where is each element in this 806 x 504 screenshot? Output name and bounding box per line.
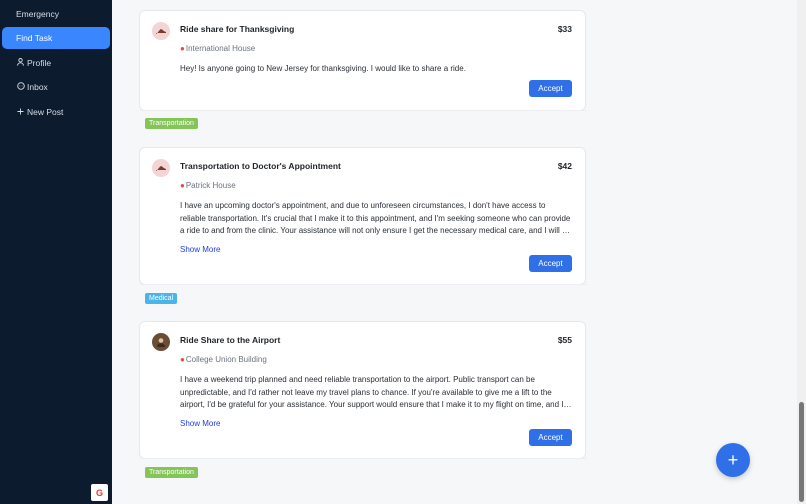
show-more-link[interactable]: Show More [180,245,220,254]
avatar [152,333,170,351]
chat-icon [16,77,25,99]
task-title[interactable]: Transportation to Doctor's Appointment [180,161,341,171]
task-card-body: Ride Share to the Airport $55 ●College U… [139,321,587,459]
sidebar-item-label: Profile [27,58,52,68]
avatar [152,159,170,177]
category-tag: Medical [145,293,178,304]
divider [140,458,587,459]
task-location: ●Patrick House [180,181,236,190]
add-task-button[interactable]: + [716,443,750,477]
sidebar: Emergency Find Task Profile Inbox New Po… [0,0,112,504]
task-location: ●College Union Building [180,355,267,364]
accept-button[interactable]: Accept [529,255,572,272]
task-title[interactable]: Ride Share to the Airport [180,335,280,345]
sidebar-item-label: Find Task [16,33,53,43]
task-price: $33 [557,24,572,34]
user-icon [16,53,25,75]
location-pin-icon: ● [180,181,185,190]
divider [140,110,587,111]
sidebar-item-find-task[interactable]: Find Task [2,27,110,49]
task-card-body: Ride share for Thanksgiving $33 ●Interna… [139,10,587,111]
task-price: $55 [557,335,572,345]
task-location: ●International House [180,44,256,53]
sidebar-item-emergency[interactable]: Emergency [2,3,110,25]
location-pin-icon: ● [180,355,185,364]
location-pin-icon: ● [180,44,185,53]
task-description: I have a weekend trip planned and need r… [180,375,564,409]
task-price: $42 [557,161,572,171]
sidebar-item-profile[interactable]: Profile [2,52,110,74]
avatar [152,22,170,40]
scrollbar[interactable] [797,0,806,504]
google-badge-icon[interactable]: G [91,484,108,501]
category-tag: Transportation [145,467,198,478]
category-tag: Transportation [145,118,198,129]
sidebar-item-label: New Post [27,107,64,117]
scrollbar-thumb[interactable] [799,402,804,502]
sidebar-item-label: Emergency [16,9,59,19]
divider [140,284,587,285]
plus-icon: + [727,450,739,470]
task-title[interactable]: Ride share for Thanksgiving [180,24,294,34]
sidebar-item-new-post[interactable]: New Post [2,101,110,123]
task-description: Hey! Is anyone going to New Jersey for t… [180,64,466,73]
show-more-link[interactable]: Show More [180,419,220,428]
accept-button[interactable]: Accept [529,80,572,97]
task-description: I have an upcoming doctor's appointment,… [180,201,571,235]
sidebar-item-label: Inbox [27,82,48,92]
sidebar-item-inbox[interactable]: Inbox [2,76,110,98]
task-feed: Ride share for Thanksgiving $33 ●Interna… [112,0,806,504]
plus-icon [16,102,25,124]
task-card-body: Transportation to Doctor's Appointment $… [139,147,587,285]
accept-button[interactable]: Accept [529,429,572,446]
